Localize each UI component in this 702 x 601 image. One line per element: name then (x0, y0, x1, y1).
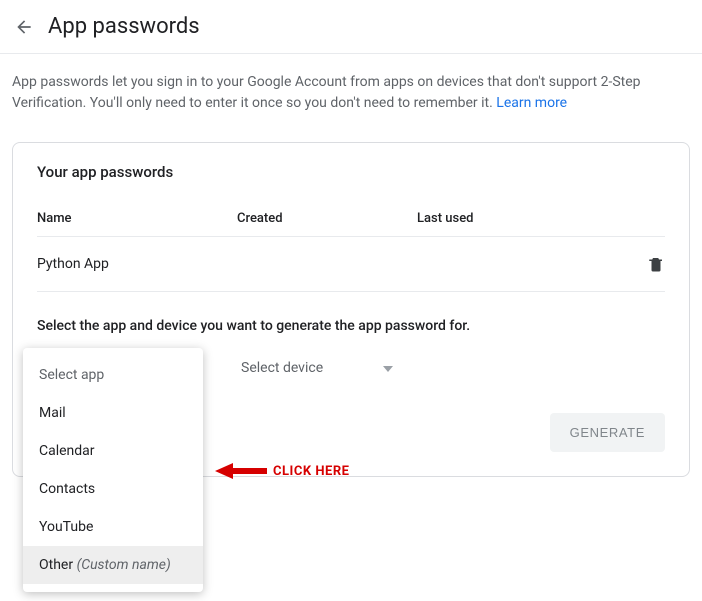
page-title: App passwords (48, 14, 200, 39)
select-instruction: Select the app and device you want to ge… (37, 318, 665, 334)
arrow-left-icon (215, 461, 267, 481)
dropdown-placeholder: Select app (23, 356, 203, 394)
table-header: Name Created Last used (37, 211, 665, 237)
column-last-used: Last used (417, 211, 625, 226)
column-name: Name (37, 211, 237, 226)
select-device-dropdown[interactable]: Select device (237, 354, 397, 382)
dropdown-item-calendar[interactable]: Calendar (23, 432, 203, 470)
app-passwords-card: Your app passwords Name Created Last use… (12, 142, 690, 477)
dropdown-item-other-suffix: (Custom name) (77, 557, 171, 573)
back-arrow-icon[interactable] (12, 15, 36, 39)
dropdown-item-other[interactable]: Other (Custom name) (23, 546, 203, 584)
annotation-text: CLICK HERE (273, 464, 349, 479)
dropdown-item-other-label: Other (39, 557, 77, 573)
table-row: Python App (37, 237, 665, 292)
select-app-menu: Select app Mail Calendar Contacts YouTub… (23, 348, 203, 592)
card-heading: Your app passwords (37, 163, 665, 181)
select-device-label: Select device (241, 360, 323, 376)
page-description: App passwords let you sign in to your Go… (0, 54, 702, 124)
dropdown-item-contacts[interactable]: Contacts (23, 470, 203, 508)
annotation: CLICK HERE (215, 461, 349, 481)
chevron-down-icon (363, 360, 393, 376)
learn-more-link[interactable]: Learn more (496, 95, 567, 111)
delete-icon[interactable] (625, 255, 665, 273)
row-name: Python App (37, 256, 237, 272)
dropdown-item-youtube[interactable]: YouTube (23, 508, 203, 546)
column-created: Created (237, 211, 417, 226)
dropdown-item-mail[interactable]: Mail (23, 394, 203, 432)
generate-button[interactable]: GENERATE (550, 413, 665, 452)
